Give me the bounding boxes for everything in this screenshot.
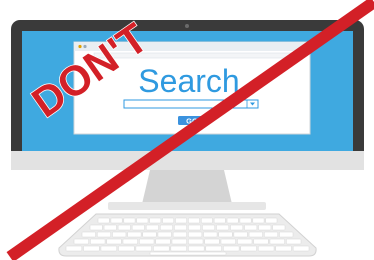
keyboard-key [226, 217, 239, 224]
keyboard-key [123, 217, 136, 224]
keyboard-key [100, 245, 118, 252]
keyboard-key [89, 224, 103, 231]
keyboard-key [252, 217, 265, 224]
keyboard-key [200, 217, 213, 224]
keyboard-key [83, 245, 100, 252]
keyboard-key [218, 231, 233, 238]
webcam-dot [185, 24, 189, 28]
keyboard-key [188, 217, 200, 224]
keyboard-key [188, 231, 203, 238]
keyboard-key [97, 217, 110, 224]
keyboard-key [162, 217, 175, 224]
keyboard-key [157, 231, 172, 238]
keyboard-key [205, 245, 222, 252]
keyboard-key [292, 245, 310, 252]
keyboard-key [153, 245, 170, 252]
keyboard-key [127, 231, 142, 238]
keyboard-key [171, 238, 187, 245]
keyboard-key [136, 217, 149, 224]
keyboard-key [286, 238, 302, 245]
keyboard-key [244, 224, 258, 231]
keyboard-key [142, 231, 157, 238]
keyboard-key [122, 238, 138, 245]
dont-search-illustration: Search GO DON'T [6, 0, 374, 260]
keyboard-key [96, 231, 112, 238]
keyboard-key [203, 231, 218, 238]
keyboard-key [240, 245, 257, 252]
monitor-chin-rounding [11, 160, 364, 170]
keyboard-key [188, 245, 205, 252]
keyboard-key [106, 238, 122, 245]
keyboard-key [112, 231, 127, 238]
search-logo: Search [138, 63, 239, 99]
stand-neck [142, 170, 232, 204]
keyboard-key [139, 238, 155, 245]
keyboard-key [174, 224, 187, 231]
keyboard-key [202, 224, 216, 231]
keyboard-key [188, 224, 201, 231]
keyboard-key [275, 245, 292, 252]
keyboard-key [272, 224, 286, 231]
keyboard-key [279, 231, 294, 238]
keyboard-key [204, 238, 220, 245]
keyboard-key [117, 224, 131, 231]
keyboard-key [188, 238, 204, 245]
keyboard-key [216, 224, 230, 231]
keyboard-key [220, 238, 236, 245]
keyboard-key [118, 245, 135, 252]
keyboard-key [222, 245, 240, 252]
keyboard-key [135, 245, 153, 252]
keyboard-key [155, 238, 171, 245]
keyboard-key [253, 238, 269, 245]
keyboard-key [81, 231, 96, 238]
keyboard-key [73, 238, 89, 245]
keyboard-key [257, 245, 275, 252]
keyboard-key [248, 231, 263, 238]
keyboard-key [110, 217, 123, 224]
keyboard [58, 213, 317, 257]
keyboard-key [145, 224, 159, 231]
keyboard-key [65, 245, 83, 252]
keyboard-key [269, 238, 285, 245]
keyboard-key [237, 238, 253, 245]
keyboard-key [263, 231, 279, 238]
keyboard-key [233, 231, 248, 238]
keyboard-key [175, 217, 187, 224]
keyboard-key [170, 245, 187, 252]
keyboard-key [172, 231, 187, 238]
spacebar-key [149, 251, 227, 256]
stand-base [108, 202, 266, 210]
keyboard-key [239, 217, 252, 224]
keyboard-key [159, 224, 173, 231]
keyboard-key [265, 217, 278, 224]
keyboard-key [90, 238, 106, 245]
keyboard-key [131, 224, 145, 231]
keyboard-key [103, 224, 117, 231]
keyboard-key [230, 224, 244, 231]
keyboard-key [258, 224, 272, 231]
keyboard-key [213, 217, 226, 224]
keyboard-key [149, 217, 162, 224]
